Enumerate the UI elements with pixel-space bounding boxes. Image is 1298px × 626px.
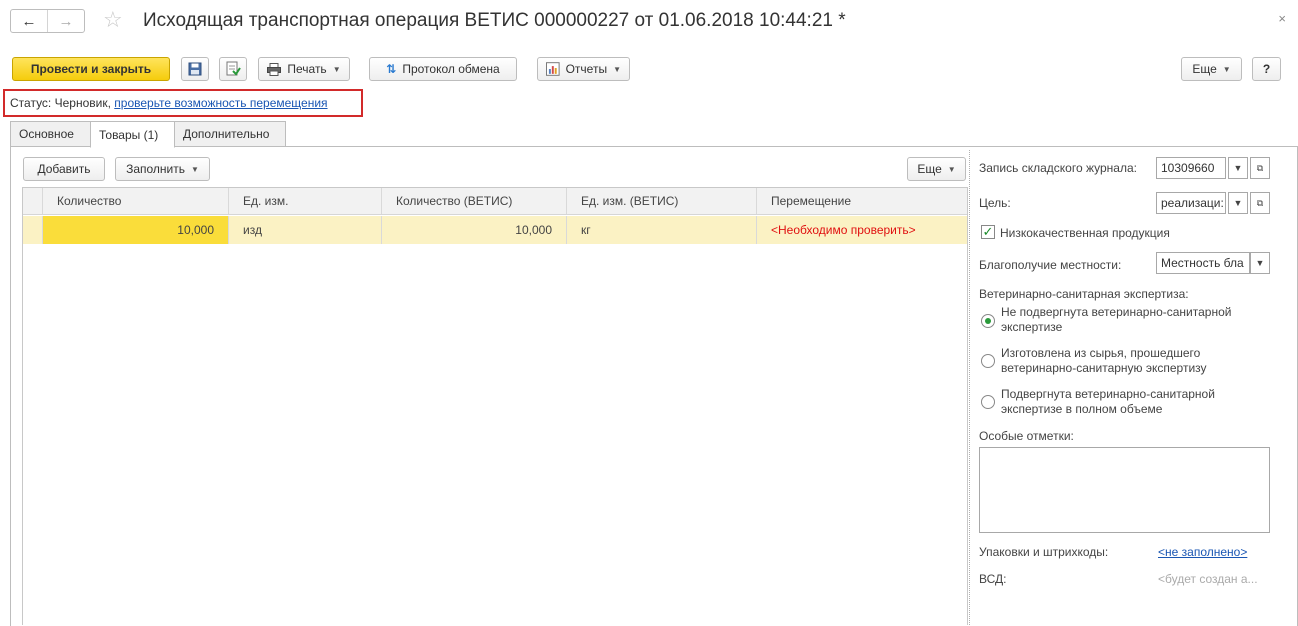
packages-link[interactable]: <не заполнено>: [1158, 545, 1247, 559]
locality-field[interactable]: Местность бла: [1156, 252, 1250, 274]
reports-label: Отчеты: [565, 62, 608, 76]
post-and-close-button[interactable]: Провести и закрыть: [12, 57, 170, 81]
printer-icon: [267, 62, 282, 76]
column-header[interactable]: Количество (ВЕТИС): [382, 188, 567, 214]
cell-vetis-quantity[interactable]: 10,000: [382, 216, 567, 244]
row-marker: [23, 216, 43, 244]
tab-label: Дополнительно: [183, 127, 270, 141]
journal-record-label: Запись складского журнала:: [979, 161, 1137, 175]
column-header[interactable]: Ед. изм.: [229, 188, 382, 214]
chevron-down-icon: ▼: [1222, 64, 1231, 74]
exchange-protocol-label: Протокол обмена: [402, 62, 500, 76]
table-row[interactable]: 10,000 изд 10,000 кг <Необходимо провери…: [23, 216, 967, 244]
chevron-down-icon: ▼: [332, 64, 341, 74]
expertise-option-line: Не подвергнута ветеринарно-санитарной: [1001, 305, 1232, 319]
table-more-button[interactable]: Еще ▼: [907, 157, 966, 181]
chevron-down-icon: ▼: [613, 64, 621, 74]
expertise-option-text: Изготовлена из сырья, прошедшего ветерин…: [1001, 346, 1207, 376]
expertise-option-line: ветеринарно-санитарную экспертизу: [1001, 361, 1207, 375]
favorite-star-icon[interactable]: ☆: [103, 8, 123, 32]
goods-table: [22, 187, 968, 625]
tab-goods[interactable]: Товары (1): [90, 121, 175, 148]
floppy-disk-icon: [188, 62, 202, 76]
table-more-label: Еще: [917, 162, 942, 176]
expertise-option-line: экспертизе: [1001, 320, 1063, 334]
status-line: Статус: Черновик, проверьте возможность …: [10, 96, 328, 110]
notes-label: Особые отметки:: [979, 429, 1074, 443]
journal-record-field[interactable]: 10309660: [1156, 157, 1226, 179]
checkmark-icon: ✓: [982, 224, 994, 239]
expertise-label: Ветеринарно-санитарная экспертиза:: [979, 287, 1189, 301]
tab-additional[interactable]: Дополнительно: [174, 121, 286, 147]
help-button[interactable]: ?: [1252, 57, 1281, 81]
chevron-down-icon[interactable]: ▼: [1228, 192, 1248, 214]
cell-unit[interactable]: изд: [229, 216, 382, 244]
expertise-radio-raw-passed[interactable]: [981, 354, 995, 368]
post-document-button[interactable]: [219, 57, 247, 81]
fill-button[interactable]: Заполнить ▼: [115, 157, 210, 181]
check-movement-link[interactable]: проверьте возможность перемещения: [114, 96, 327, 110]
chevron-down-icon: ▼: [191, 164, 199, 174]
cell-movement[interactable]: <Необходимо проверить>: [757, 216, 967, 244]
low-quality-checkbox[interactable]: ✓: [981, 224, 995, 239]
expertise-option-text: Не подвергнута ветеринарно-санитарной эк…: [1001, 305, 1231, 335]
reports-button[interactable]: Отчеты ▼: [537, 57, 630, 81]
purpose-label: Цель:: [979, 196, 1011, 210]
purpose-field[interactable]: реализаци:: [1156, 192, 1226, 214]
chevron-down-icon: ▼: [947, 164, 956, 174]
expertise-option-line: Подвергнута ветеринарно-санитарной: [1001, 387, 1215, 401]
chevron-down-icon[interactable]: ▼: [1250, 252, 1270, 274]
row-marker-header: [23, 188, 43, 214]
open-link-icon[interactable]: ⧉: [1250, 157, 1270, 179]
radio-selected-dot: [985, 318, 991, 324]
forward-arrow-icon[interactable]: →: [48, 10, 84, 32]
post-and-close-label: Провести и закрыть: [30, 62, 152, 76]
status-text: Статус: Черновик,: [10, 96, 111, 110]
low-quality-label: Низкокачественная продукция: [1000, 226, 1170, 240]
expertise-radio-not-passed[interactable]: [981, 314, 995, 328]
print-label: Печать: [287, 62, 327, 76]
back-arrow-icon[interactable]: ←: [11, 10, 48, 32]
fill-label: Заполнить: [126, 162, 185, 176]
report-chart-icon: [546, 62, 560, 76]
notes-textarea[interactable]: [979, 447, 1270, 533]
tab-label: Основное: [19, 127, 74, 141]
locality-label: Благополучие местности:: [979, 258, 1122, 272]
expertise-option-text: Подвергнута ветеринарно-санитарной экспе…: [1001, 387, 1215, 417]
column-header[interactable]: Ед. изм. (ВЕТИС): [567, 188, 757, 214]
expertise-option-line: Изготовлена из сырья, прошедшего: [1001, 346, 1201, 360]
add-label: Добавить: [37, 162, 91, 176]
more-label: Еще: [1192, 62, 1217, 76]
add-button[interactable]: Добавить: [23, 157, 105, 181]
column-header[interactable]: Перемещение: [757, 188, 967, 214]
help-label: ?: [1262, 62, 1271, 76]
cell-vetis-unit[interactable]: кг: [567, 216, 757, 244]
exchange-arrows-icon: ⇅: [386, 62, 397, 76]
print-button[interactable]: Печать ▼: [258, 57, 350, 81]
chevron-down-icon[interactable]: ▼: [1228, 157, 1248, 179]
expertise-radio-full[interactable]: [981, 395, 995, 409]
window-title: Исходящая транспортная операция ВЕТИС 00…: [143, 10, 846, 31]
packages-label: Упаковки и штрихкоды:: [979, 545, 1109, 559]
tab-label: Товары (1): [99, 127, 159, 142]
close-icon[interactable]: ×: [1278, 11, 1286, 26]
table-header: Количество Ед. изм. Количество (ВЕТИС) Е…: [23, 188, 967, 215]
vsd-label: ВСД:: [979, 572, 1007, 586]
exchange-protocol-button[interactable]: ⇅ Протокол обмена: [369, 57, 517, 81]
open-link-icon[interactable]: ⧉: [1250, 192, 1270, 214]
panel-splitter[interactable]: [969, 150, 970, 625]
nav-buttons: ← →: [10, 9, 85, 33]
expertise-option-line: экспертизе в полном объеме: [1001, 402, 1163, 416]
more-button[interactable]: Еще ▼: [1181, 57, 1242, 81]
tab-main[interactable]: Основное: [10, 121, 91, 147]
save-button[interactable]: [181, 57, 209, 81]
vsd-value: <будет создан а...: [1158, 572, 1258, 586]
column-header[interactable]: Количество: [43, 188, 229, 214]
cell-quantity[interactable]: 10,000: [43, 216, 229, 244]
document-post-icon: [226, 61, 241, 76]
